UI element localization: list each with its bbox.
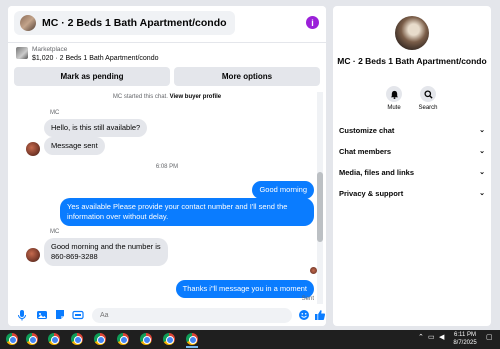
like-icon[interactable]: [314, 309, 326, 321]
message-input[interactable]: [92, 308, 292, 323]
incoming-message: Good morning and the number is 860-869-3…: [44, 238, 168, 266]
microphone-icon[interactable]: [16, 309, 28, 321]
notification-icon[interactable]: ▢: [486, 333, 493, 341]
gif-icon[interactable]: [72, 309, 84, 321]
chevron-down-icon: ⌄: [479, 148, 485, 155]
incoming-message: Hello, is this still available?: [44, 119, 148, 137]
chrome-icon[interactable]: [94, 333, 106, 345]
listing-price[interactable]: $1,020 · 2 Beds 1 Bath Apartment/condo: [32, 55, 158, 62]
chat-details-title: MC · 2 Beds 1 Bath Apartment/condo: [337, 56, 487, 66]
listing-label: Marketplace: [32, 46, 68, 53]
chrome-icon[interactable]: [26, 333, 38, 345]
chevron-up-icon[interactable]: ⌃: [418, 333, 424, 341]
active-app-indicator: [186, 346, 198, 348]
composer: [8, 306, 326, 326]
chrome-icon[interactable]: [140, 333, 152, 345]
mute-button[interactable]: Mute: [379, 86, 409, 111]
chat-header: MC · 2 Beds 1 Bath Apartment/condo i: [8, 6, 326, 40]
chat-started-note: MC started this chat. View buyer profile: [8, 94, 326, 100]
photo-icon[interactable]: [36, 309, 48, 321]
message-timestamp: 6:08 PM: [155, 164, 179, 170]
search-label: Search: [418, 105, 438, 111]
menu-item-label: Customize chat: [339, 125, 395, 135]
sender-name: MC: [50, 229, 60, 235]
mark-pending-button[interactable]: Mark as pending: [14, 67, 170, 86]
message-list: MC started this chat. View buyer profile…: [8, 90, 326, 304]
chat-panel: MC · 2 Beds 1 Bath Apartment/condo i Mar…: [8, 6, 326, 326]
chat-title-button[interactable]: MC · 2 Beds 1 Bath Apartment/condo: [14, 11, 235, 35]
chrome-icon[interactable]: [6, 333, 18, 345]
listing-thumbnail[interactable]: [16, 47, 28, 59]
sent-status: Sent: [301, 296, 314, 302]
search-icon: [420, 86, 436, 102]
chat-avatar: [20, 15, 36, 31]
message-scrollbar[interactable]: [317, 92, 323, 304]
sender-avatar: [26, 248, 40, 262]
messenger-window: MC · 2 Beds 1 Bath Apartment/condo i Mar…: [0, 0, 500, 330]
chat-details-avatar: [395, 16, 429, 50]
taskbar: ⌃ ▭ ◀ 6:11 PM 8/7/2025 ▢: [0, 330, 500, 349]
chevron-down-icon: ⌄: [479, 190, 485, 197]
emoji-icon[interactable]: [298, 309, 310, 321]
menu-media-files-links[interactable]: Media, files and links ⌄: [339, 165, 485, 179]
chevron-down-icon: ⌄: [479, 127, 485, 134]
speaker-icon[interactable]: ◀: [439, 333, 444, 341]
started-note-text: MC started this chat.: [112, 94, 168, 100]
sender-name: MC: [50, 110, 60, 116]
menu-chat-members[interactable]: Chat members ⌄: [339, 144, 485, 158]
outgoing-message: Good morning: [252, 181, 314, 199]
more-options-button[interactable]: More options: [174, 67, 320, 86]
chrome-icon[interactable]: [71, 333, 83, 345]
chrome-icon[interactable]: [163, 333, 175, 345]
bell-icon: [386, 86, 402, 102]
outgoing-message: Yes available Please provide your contac…: [60, 198, 314, 226]
read-receipt-avatar: [310, 267, 317, 274]
menu-item-label: Privacy & support: [339, 188, 404, 198]
sender-avatar: [26, 142, 40, 156]
scrollbar-thumb[interactable]: [317, 172, 323, 242]
view-buyer-profile-link[interactable]: View buyer profile: [170, 94, 222, 100]
clock-date: 8/7/2025: [453, 340, 477, 346]
clock-time: 6:11 PM: [454, 332, 476, 338]
info-icon[interactable]: i: [306, 16, 319, 29]
chrome-icon[interactable]: [117, 333, 129, 345]
chrome-icon[interactable]: [186, 333, 198, 345]
incoming-message: Message sent: [44, 137, 105, 155]
incoming-message-line: 860-869-3288: [51, 252, 98, 261]
menu-privacy-support[interactable]: Privacy & support ⌄: [339, 186, 485, 200]
system-clock[interactable]: 6:11 PM 8/7/2025: [450, 331, 480, 347]
search-button[interactable]: Search: [413, 86, 443, 111]
incoming-message-line: Good morning and the number is: [51, 242, 161, 251]
mute-label: Mute: [387, 105, 401, 111]
menu-item-label: Media, files and links: [339, 167, 415, 177]
chrome-icon[interactable]: [48, 333, 60, 345]
chat-title: MC · 2 Beds 1 Bath Apartment/condo: [42, 17, 227, 29]
menu-customize-chat[interactable]: Customize chat ⌄: [339, 123, 485, 137]
chat-details-panel: MC · 2 Beds 1 Bath Apartment/condo Mute …: [333, 6, 491, 326]
sticker-icon[interactable]: [54, 309, 66, 321]
menu-item-label: Chat members: [339, 146, 392, 156]
outgoing-message: Thanks i"ll message you in a moment: [175, 280, 314, 298]
chevron-down-icon: ⌄: [479, 169, 485, 176]
network-icon[interactable]: ▭: [428, 333, 435, 341]
